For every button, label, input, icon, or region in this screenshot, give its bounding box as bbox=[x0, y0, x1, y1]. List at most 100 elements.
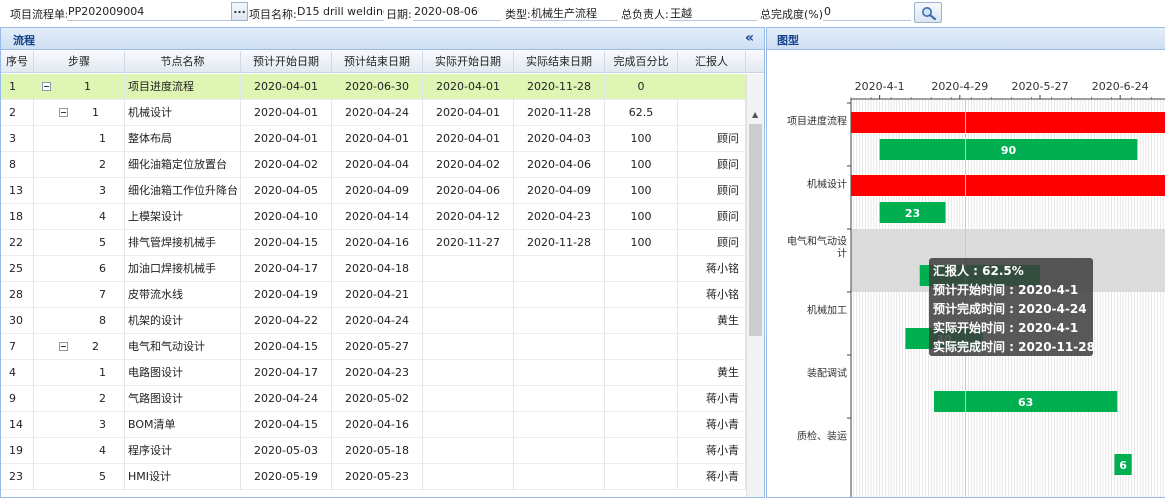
row-node-name: 电气和气动设计 bbox=[125, 334, 241, 360]
row-reporter: 顾问 bbox=[678, 230, 746, 256]
table-row[interactable]: 1 项目进度流程 2020-04-01 2020-06-30 2020-04-01 202… bbox=[1, 74, 746, 100]
row-step: 3 bbox=[34, 412, 125, 438]
row-actual-end bbox=[514, 308, 605, 334]
project-no-input[interactable]: PP202009004 bbox=[67, 2, 231, 21]
scroll-thumb[interactable] bbox=[749, 124, 762, 336]
row-step-number: 3 bbox=[99, 418, 106, 431]
col-node-name[interactable]: 节点名称 bbox=[125, 51, 241, 73]
table-row[interactable]: 9 气路图设计 2020-04-24 2020-05-02 蒋小青 2 bbox=[1, 386, 746, 412]
row-percent: 62.5 bbox=[605, 100, 678, 126]
row-seq: 9 bbox=[1, 386, 34, 412]
row-node-name: 排气管焊接机械手 bbox=[125, 230, 241, 256]
table-row[interactable]: 22 排气管焊接机械手 2020-04-15 2020-04-16 2020-11-27… bbox=[1, 230, 746, 256]
row-seq: 28 bbox=[1, 282, 34, 308]
search-button[interactable] bbox=[914, 2, 942, 23]
table-row[interactable]: 19 程序设计 2020-05-03 2020-05-18 蒋小青 4 bbox=[1, 438, 746, 464]
bar-data-label: 90 bbox=[1001, 144, 1017, 157]
row-node-name: 加油口焊接机械手 bbox=[125, 256, 241, 282]
row-reporter: 顾问 bbox=[678, 152, 746, 178]
row-actual-end bbox=[514, 438, 605, 464]
row-reporter: 蒋小铭 bbox=[678, 282, 746, 308]
table-row[interactable]: 28 皮带流水线 2020-04-19 2020-04-21 蒋小铭 7 bbox=[1, 282, 746, 308]
row-node-name: BOM清单 bbox=[125, 412, 241, 438]
row-step: 5 bbox=[34, 230, 125, 256]
row-plan-start: 2020-04-15 bbox=[241, 334, 332, 360]
total-completion-input[interactable]: 0 bbox=[823, 2, 911, 21]
row-step-number: 2 bbox=[92, 340, 99, 353]
col-actual-end[interactable]: 实际结束日期 bbox=[514, 51, 605, 73]
row-plan-start: 2020-04-15 bbox=[241, 230, 332, 256]
row-actual-start: 2020-04-01 bbox=[423, 100, 514, 126]
row-seq: 13 bbox=[1, 178, 34, 204]
y-category-label: 机械设计 bbox=[807, 178, 847, 191]
col-step[interactable]: 步骤 bbox=[34, 51, 125, 73]
owner-input[interactable]: 王越 bbox=[669, 2, 757, 21]
bar-data-label: 63 bbox=[1018, 396, 1033, 409]
row-step-number: 6 bbox=[99, 262, 106, 275]
scroll-up-icon[interactable]: ▲ bbox=[752, 110, 758, 119]
table-row[interactable]: 25 加油口焊接机械手 2020-04-17 2020-04-18 蒋小铭 6 bbox=[1, 256, 746, 282]
table-row[interactable]: 13 细化油箱工作位升降台 2020-04-05 2020-04-09 2020-04-… bbox=[1, 178, 746, 204]
collapse-panel-icon[interactable]: « bbox=[745, 30, 754, 46]
tooltip-line: 预计完成时间 : 2020-4-24 bbox=[933, 302, 1087, 316]
row-step-number: 8 bbox=[99, 314, 106, 327]
project-name-input[interactable]: D15 drill welding bbox=[296, 2, 384, 21]
x-tick-label: 2020-4-1 bbox=[855, 80, 905, 93]
tree-collapse-icon[interactable] bbox=[59, 342, 68, 351]
row-plan-start: 2020-04-22 bbox=[241, 308, 332, 334]
row-step: 4 bbox=[34, 438, 125, 464]
row-plan-end: 2020-05-02 bbox=[332, 386, 423, 412]
tree-collapse-icon[interactable] bbox=[42, 82, 51, 91]
row-node-name: 机械设计 bbox=[125, 100, 241, 126]
table-row[interactable]: 23 HMI设计 2020-05-19 2020-05-23 蒋小青 5 bbox=[1, 464, 746, 490]
row-actual-start bbox=[423, 308, 514, 334]
row-seq: 14 bbox=[1, 412, 34, 438]
table-row[interactable]: 8 细化油箱定位放置台 2020-04-02 2020-04-04 2020-04-02… bbox=[1, 152, 746, 178]
search-icon bbox=[922, 7, 937, 20]
row-percent: 100 bbox=[605, 152, 678, 178]
row-step: 1 bbox=[34, 100, 125, 126]
row-plan-end: 2020-04-01 bbox=[332, 126, 423, 152]
col-percent[interactable]: 完成百分比(%) bbox=[605, 51, 678, 90]
row-actual-start bbox=[423, 334, 514, 360]
tooltip-line: 预计开始时间 : 2020-4-1 bbox=[933, 283, 1079, 297]
row-node-name: HMI设计 bbox=[125, 464, 241, 490]
row-percent bbox=[605, 386, 678, 412]
row-actual-end bbox=[514, 464, 605, 490]
col-actual-start[interactable]: 实际开始日期 bbox=[423, 51, 514, 73]
project-name-label: 项目名称: bbox=[249, 8, 297, 21]
row-step-number: 1 bbox=[92, 106, 99, 119]
row-step: 1 bbox=[34, 74, 125, 100]
table-row[interactable]: 18 上模架设计 2020-04-10 2020-04-14 2020-04-12 202… bbox=[1, 204, 746, 230]
row-actual-end bbox=[514, 282, 605, 308]
project-picker-button[interactable]: ... bbox=[231, 2, 248, 21]
row-step-number: 2 bbox=[99, 392, 106, 405]
table-row[interactable]: 7 电气和气动设计 2020-04-15 2020-05-27 2 bbox=[1, 334, 746, 360]
row-reporter: 顾问 bbox=[678, 178, 746, 204]
row-step: 2 bbox=[34, 152, 125, 178]
col-seq[interactable]: 序号 bbox=[1, 51, 34, 73]
col-plan-end[interactable]: 预计结束日期 bbox=[332, 51, 423, 73]
tree-collapse-icon[interactable] bbox=[59, 108, 68, 117]
row-seq: 2 bbox=[1, 100, 34, 126]
table-row[interactable]: 3 整体布局 2020-04-01 2020-04-01 2020-04-01 2020-… bbox=[1, 126, 746, 152]
col-reporter[interactable]: 汇报人 bbox=[678, 51, 746, 73]
grid-vertical-scrollbar[interactable]: ▲ ▼ bbox=[746, 74, 764, 497]
table-row[interactable]: 14 BOM清单 2020-04-15 2020-04-16 蒋小青 3 bbox=[1, 412, 746, 438]
table-row[interactable]: 4 电路图设计 2020-04-17 2020-04-23 黄生 1 bbox=[1, 360, 746, 386]
date-input[interactable]: 2020-08-06 bbox=[413, 2, 501, 21]
row-reporter: 蒋小青 bbox=[678, 464, 746, 490]
y-category-label: 机械加工 bbox=[807, 304, 847, 317]
row-actual-start bbox=[423, 386, 514, 412]
row-seq: 18 bbox=[1, 204, 34, 230]
row-step: 7 bbox=[34, 282, 125, 308]
row-seq: 8 bbox=[1, 152, 34, 178]
row-node-name: 气路图设计 bbox=[125, 386, 241, 412]
row-actual-end: 2020-04-23 bbox=[514, 204, 605, 230]
table-row[interactable]: 30 机架的设计 2020-04-22 2020-04-24 黄生 8 bbox=[1, 308, 746, 334]
col-plan-start[interactable]: 预计开始日期 bbox=[241, 51, 332, 73]
row-plan-end: 2020-04-24 bbox=[332, 308, 423, 334]
table-row[interactable]: 2 机械设计 2020-04-01 2020-04-24 2020-04-01 2020-… bbox=[1, 100, 746, 126]
row-actual-start: 2020-04-01 bbox=[423, 74, 514, 100]
type-input[interactable]: 机械生产流程 bbox=[530, 2, 618, 21]
